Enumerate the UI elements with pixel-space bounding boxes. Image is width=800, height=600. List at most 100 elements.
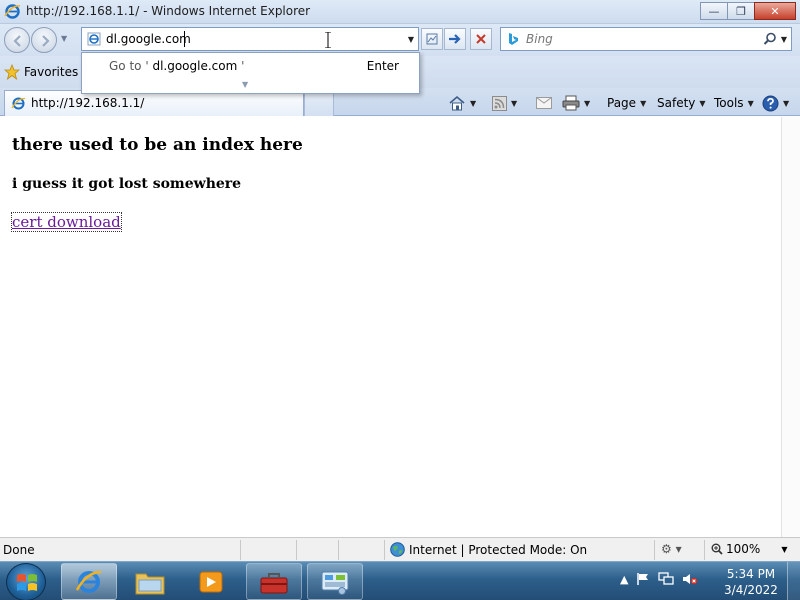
vertical-scrollbar[interactable] [781,117,800,537]
page-menu[interactable]: Page ▼ [607,92,646,114]
search-dropdown-icon[interactable]: ▼ [781,35,787,44]
tools-dropdown-icon: ▼ [747,98,754,108]
taskbar-control-panel[interactable] [307,563,363,600]
folder-icon [135,573,165,594]
address-dropdown-icon[interactable]: ▼ [408,35,414,44]
print-dropdown-icon[interactable]: ▼ [584,99,590,108]
favorites-button[interactable]: Favorites [4,62,78,82]
status-separator [296,540,297,560]
clock-date: 3/4/2022 [724,583,778,597]
search-input[interactable]: Bing [526,32,553,46]
safety-dropdown-icon: ▼ [699,98,706,108]
ie-icon [4,4,21,19]
show-hidden-icons-icon[interactable]: ▲ [620,573,628,586]
status-separator [338,540,339,560]
text-caret [184,31,185,47]
globe-icon [390,542,405,557]
cert-download-link[interactable]: cert download [11,212,122,232]
compatibility-view-button[interactable] [421,28,443,50]
tools-menu-label: Tools [714,96,744,110]
action-center-flag-icon[interactable] [636,572,650,586]
expand-suggestions-icon[interactable]: ▼ [242,80,248,89]
help-button[interactable]: ▼ [762,92,789,114]
protected-mode-icon[interactable]: ⚙ ▾ [661,542,682,556]
ie-page-icon [11,97,26,110]
status-separator [704,540,705,560]
status-bar: Done Internet | Protected Mode: On ⚙ ▾ 1… [0,537,800,561]
home-dropdown-icon[interactable]: ▼ [470,99,476,108]
zoom-magnifier-icon [711,543,723,555]
ie-page-icon [87,32,101,46]
home-button[interactable]: ▼ [448,92,476,114]
page-content: there used to be an index here i guess i… [0,117,781,537]
text-cursor-icon [325,32,331,48]
autocomplete-go-to-item[interactable]: Go to ' dl.google.com ' [109,59,244,73]
printer-icon [562,95,580,111]
recent-pages-dropdown-icon[interactable]: ▼ [61,34,67,43]
zoom-dropdown-icon[interactable]: ▼ [781,545,787,554]
home-icon [449,95,465,111]
new-tab-button[interactable] [304,92,334,116]
page-menu-label: Page [607,96,637,110]
security-zone-label: Internet | Protected Mode: On [409,542,588,557]
window-title: http://192.168.1.1/ - Windows Internet E… [26,4,311,18]
mail-icon [536,97,552,109]
stop-x-icon [476,34,486,44]
windows-logo-icon [17,574,37,591]
feeds-dropdown-icon[interactable]: ▼ [511,99,517,108]
go-arrow-icon [449,34,461,44]
close-button[interactable]: ✕ [754,2,796,20]
read-mail-button[interactable] [536,92,552,114]
zoom-level: 100% [726,542,761,556]
autocomplete-url: dl.google.com [152,59,238,73]
safety-menu-label: Safety [657,96,696,110]
status-separator [384,540,385,560]
back-button[interactable] [4,27,30,53]
control-panel-icon [321,571,349,595]
search-icon[interactable] [763,32,777,46]
toolbox-icon [260,572,288,593]
system-clock[interactable]: 5:34 PM 3/4/2022 [716,566,786,598]
start-button[interactable] [6,563,46,600]
status-separator [240,540,241,560]
clock-time: 5:34 PM [726,567,776,581]
taskbar-toolbox-app[interactable] [246,563,302,600]
tools-menu[interactable]: Tools ▼ [714,92,754,114]
network-icon[interactable] [658,572,675,586]
address-autocomplete: Go to ' dl.google.com ' Enter ▼ [81,52,420,94]
maximize-button[interactable]: ❐ [727,2,755,20]
security-zone[interactable]: Internet | Protected Mode: On [390,542,587,557]
show-desktop-button[interactable] [787,562,800,600]
taskbar-internet-explorer[interactable] [61,563,117,600]
print-button[interactable]: ▼ [562,92,590,114]
star-icon [4,64,20,80]
tab-label: http://192.168.1.1/ [31,96,145,110]
status-text: Done [3,543,35,557]
forward-button[interactable] [31,27,57,53]
go-button[interactable] [444,28,466,50]
system-tray: ▲ [620,572,698,586]
address-bar[interactable]: dl.google.com ▼ [81,27,419,51]
page-subheading: i guess it got lost somewhere [12,176,242,192]
address-input[interactable]: dl.google.com [106,32,191,46]
help-dropdown-icon[interactable]: ▼ [783,99,789,108]
autocomplete-enter-hint: Enter [366,59,399,73]
safety-menu[interactable]: Safety ▼ [657,92,706,114]
search-box[interactable]: Bing ▼ [500,27,792,51]
back-arrow-icon [13,35,21,47]
help-icon [762,95,779,111]
feeds-button[interactable]: ▼ [492,92,517,114]
window-controls: — ❐ ✕ [700,2,796,20]
minimize-button[interactable]: — [700,2,728,20]
page-heading: there used to be an index here [12,135,303,155]
media-player-icon [199,571,223,592]
rss-feed-icon [492,95,507,111]
volume-muted-icon[interactable] [682,572,698,586]
taskbar-media-player[interactable] [183,563,239,600]
taskbar: ▲ 5:34 PM 3/4/2022 [0,561,800,600]
compatibility-view-icon [426,33,438,45]
taskbar-windows-explorer[interactable] [122,563,178,600]
zoom-control[interactable]: 100% ▼ [711,542,787,556]
stop-button[interactable] [470,28,492,50]
forward-arrow-icon [42,35,50,47]
